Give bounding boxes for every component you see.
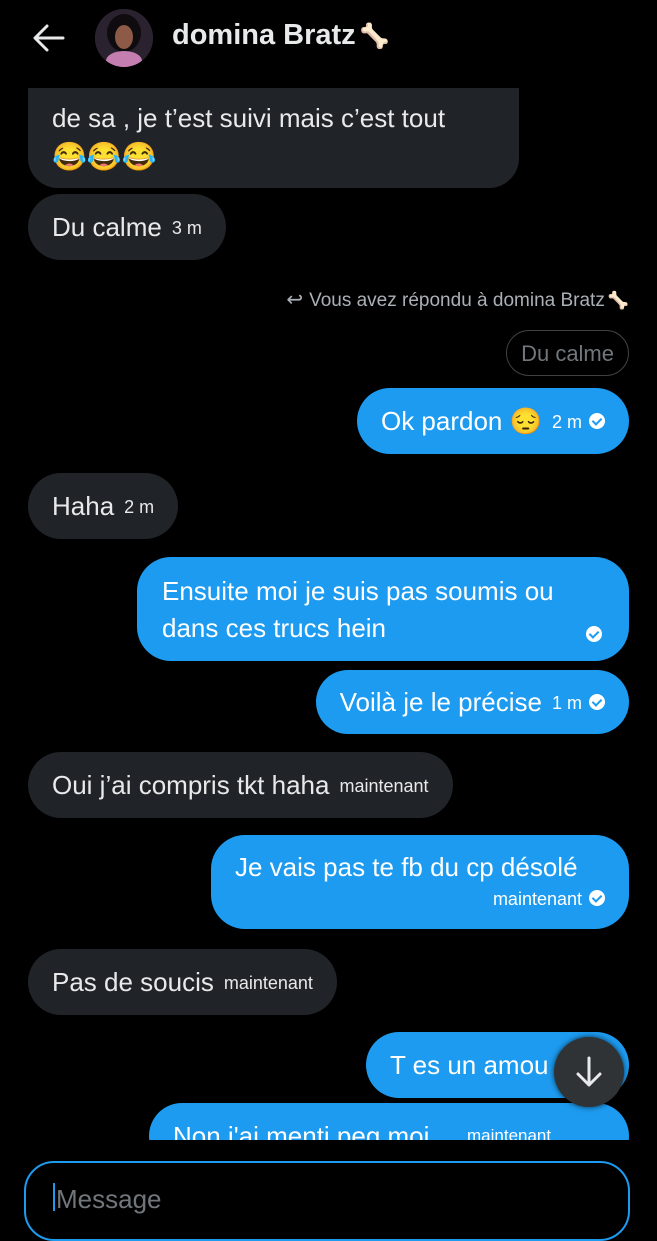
contact-avatar-image	[95, 9, 153, 67]
message-timestamp: maintenant	[339, 776, 429, 797]
avatar[interactable]	[95, 9, 153, 67]
reply-context: ↩ Vous avez répondu à domina Bratz 🦴	[286, 287, 629, 312]
reply-note-text: Vous avez répondu à domina Bratz	[309, 290, 605, 311]
contact-name-text: domina Bratz	[172, 19, 356, 51]
message-timestamp: 2 m	[551, 412, 582, 433]
message-timestamp: 1 m	[551, 693, 582, 714]
message-text: de sa , je t’est suivi mais c’est tout	[52, 103, 446, 133]
message-text: Je vais pas te fb du cp désolé	[235, 852, 578, 882]
message-thread[interactable]: de sa , je t’est suivi mais c’est tout 😂…	[0, 0, 657, 1140]
read-check-icon	[586, 626, 602, 642]
message-text: Ensuite moi je suis pas soumis ou	[162, 576, 554, 606]
read-check-icon	[589, 890, 605, 907]
message-text: Voilà je le précise	[339, 687, 542, 717]
message-text: dans ces trucs hein	[162, 613, 387, 643]
bone-emoji: 🦴	[607, 291, 629, 310]
message-emoji: 😂😂😂	[52, 141, 157, 172]
incoming-message[interactable]: Du calme 3 m	[28, 194, 226, 260]
message-timestamp: 3 m	[171, 218, 202, 239]
incoming-message[interactable]: Haha 2 m	[28, 473, 179, 539]
outgoing-message[interactable]: Non j'ai menti peg moi maintenant	[149, 1103, 629, 1140]
read-check-icon	[589, 694, 605, 711]
incoming-message[interactable]: Pas de soucis maintenant	[28, 949, 337, 1015]
outgoing-message[interactable]: Ensuite moi je suis pas soumis ou dans c…	[137, 557, 629, 661]
message-text: Non j'ai menti peg moi	[173, 1121, 430, 1140]
incoming-message[interactable]: Oui j’ai compris tkt haha maintenant	[28, 752, 453, 818]
outgoing-message[interactable]: Voilà je le précise 1 m	[315, 670, 629, 734]
message-timestamp: maintenant	[223, 973, 313, 994]
message-timestamp: 2 m	[124, 497, 155, 518]
message-text: Pas de soucis	[52, 967, 214, 997]
back-button[interactable]	[30, 19, 68, 57]
arrow-down-icon	[576, 1056, 602, 1087]
bone-emoji: 🦴	[359, 23, 390, 50]
message-text: Oui j’ai compris tkt haha	[52, 770, 330, 800]
message-timestamp: maintenant	[492, 889, 582, 909]
message-composer[interactable]	[24, 1161, 630, 1241]
conversation-header: domina Bratz 🦴	[0, 0, 657, 88]
message-text: Haha	[52, 491, 115, 521]
outgoing-message[interactable]: Je vais pas te fb du cp désolé maintenan…	[211, 835, 629, 929]
message-timestamp: maintenant	[467, 1126, 552, 1140]
contact-name[interactable]: domina Bratz 🦴	[172, 19, 390, 52]
back-arrow-icon	[33, 24, 65, 52]
quoted-message[interactable]: Du calme	[506, 330, 629, 376]
message-text: T es un amou	[390, 1050, 549, 1080]
reply-arrow-icon: ↩	[286, 289, 304, 311]
message-text: Ok pardon 😔	[380, 406, 542, 436]
message-text: Du calme	[52, 212, 162, 242]
outgoing-message[interactable]: Ok pardon 😔 2 m	[356, 388, 629, 454]
read-check-icon	[589, 413, 605, 430]
scroll-to-bottom-button[interactable]	[554, 1037, 624, 1107]
